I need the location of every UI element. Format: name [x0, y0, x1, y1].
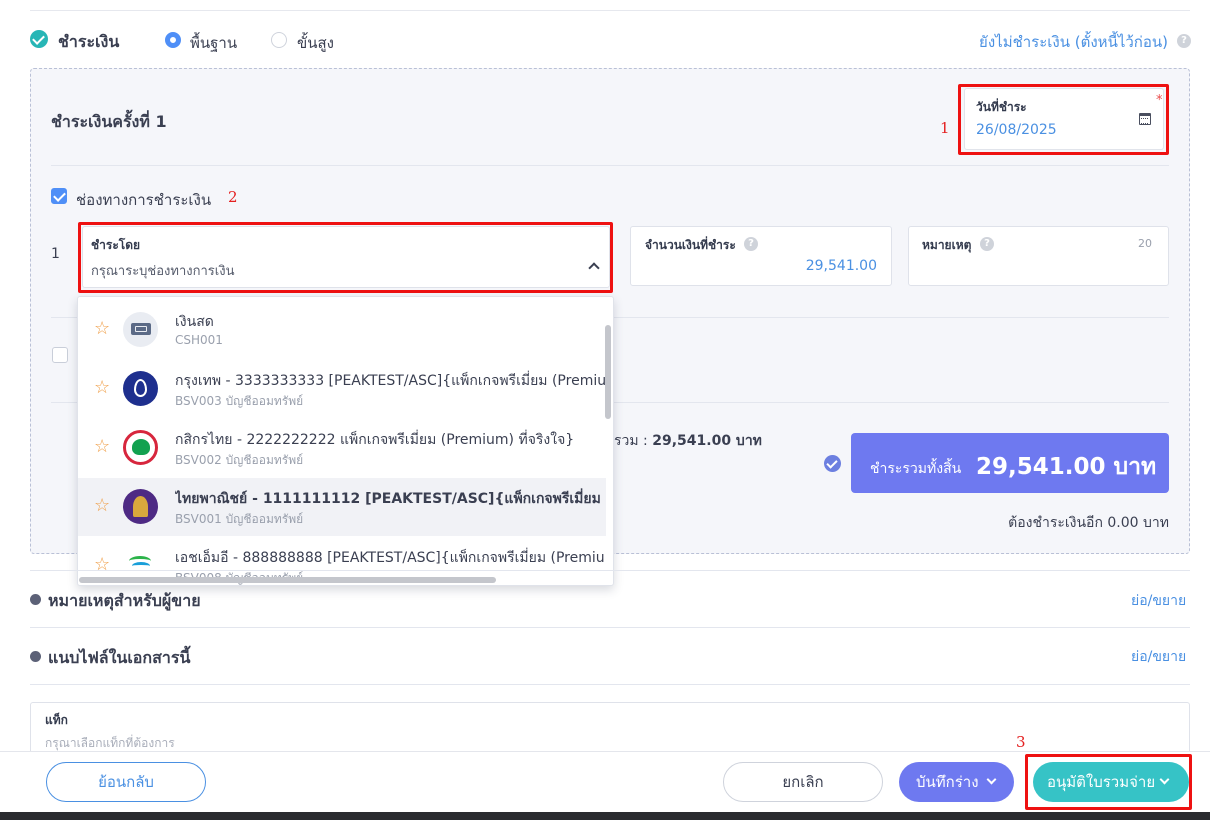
payment-section-title: ชำระเงิน — [58, 32, 120, 51]
amount-help-icon[interactable]: ? — [744, 237, 758, 251]
dropdown-horizontal-scrollbar[interactable] — [79, 577, 496, 583]
chevron-down-icon[interactable] — [986, 774, 997, 785]
section-divider-2 — [30, 627, 1190, 628]
payment-page: ชำระเงิน พื้นฐาน ขั้นสูง ยังไม่ชำระเงิน … — [0, 0, 1210, 820]
section-divider-3 — [30, 684, 1190, 685]
favorite-star-icon[interactable]: ☆ — [94, 377, 110, 398]
amount-field[interactable] — [630, 226, 892, 286]
payment-date-value[interactable]: 26/08/2025 — [976, 122, 1057, 138]
seller-note-toggle[interactable]: ย่อ/ขยาย — [1131, 590, 1186, 612]
payment-row-number: 1 — [51, 246, 60, 262]
option-code: CSH001 — [175, 333, 223, 347]
mode-basic-radio[interactable] — [165, 32, 181, 48]
back-button[interactable]: ย้อนกลับ — [46, 762, 206, 802]
payment-date-label: วันที่ชำระ — [976, 100, 1027, 114]
chevron-down-icon[interactable] — [1159, 774, 1170, 785]
payment-number-title: ชำระเงินครั้งที่ 1 — [51, 112, 167, 131]
required-marker: * — [1156, 93, 1163, 108]
help-icon[interactable]: ? — [1177, 34, 1191, 48]
cash-icon — [123, 312, 158, 347]
bullet-icon — [30, 651, 41, 662]
mode-advanced-label: ขั้นสูง — [297, 34, 334, 52]
annotation-number-1: 1 — [940, 119, 950, 137]
panel-divider — [51, 165, 1169, 166]
dropdown-vertical-scrollbar[interactable] — [605, 325, 611, 419]
total-summary: รวม : 29,541.00 บาท — [614, 430, 762, 452]
cancel-button[interactable]: ยกเลิก — [723, 762, 883, 802]
calendar-icon[interactable] — [1139, 113, 1151, 125]
mode-advanced-radio[interactable] — [271, 32, 287, 48]
annotation-number-2: 2 — [228, 188, 238, 206]
approve-button[interactable]: อนุมัติใบรวมจ่าย — [1033, 762, 1189, 802]
remaining-amount: ต้องชำระเงินอีก 0.00 บาท — [1008, 515, 1169, 531]
annotation-number-3: 3 — [1016, 733, 1026, 751]
note-label: หมายเหตุ — [922, 238, 972, 252]
total-prefix: รวม : — [614, 433, 648, 449]
dropdown-option[interactable]: ☆ กรุงเทพ - 3333333333 [PEAKTEST/ASC]{แพ… — [78, 360, 606, 418]
bangkok-bank-logo — [123, 371, 158, 406]
kasikorn-bank-logo — [123, 430, 158, 465]
grand-total-value: 29,541.00 บาท — [976, 454, 1157, 480]
option-code: BSV002 บัญชีออมทรัพย์ — [175, 453, 304, 467]
payment-channel-checkbox[interactable] — [51, 188, 67, 204]
bullet-icon — [30, 594, 41, 605]
dropdown-option[interactable]: ☆ เงินสด CSH001 — [78, 301, 606, 359]
secondary-checkbox[interactable] — [52, 347, 68, 363]
attachments-toggle[interactable]: ย่อ/ขยาย — [1131, 646, 1186, 668]
pay-by-label: ชำระโดย — [91, 238, 141, 252]
favorite-star-icon[interactable]: ☆ — [94, 554, 110, 575]
option-name: ไทยพาณิชย์ - 1111111112 [PEAKTEST/ASC]{แ… — [175, 491, 605, 507]
option-name: เอชเอ็มอี - 888888888 [PEAKTEST/ASC]{แพ็… — [175, 550, 605, 566]
favorite-star-icon[interactable]: ☆ — [94, 436, 110, 457]
bottom-strip — [0, 812, 1210, 820]
option-code: BSV001 บัญชีออมทรัพย์ — [175, 512, 304, 526]
amount-value[interactable]: 29,541.00 — [806, 258, 877, 274]
option-name: เงินสด — [175, 314, 214, 330]
grand-total-label: ชำระรวมทั้งสิ้น — [870, 461, 962, 477]
seller-note-title: หมายเหตุสำหรับผู้ขาย — [48, 591, 201, 610]
note-help-icon[interactable]: ? — [980, 237, 994, 251]
pay-later-link[interactable]: ยังไม่ชำระเงิน (ตั้งหนี้ไว้ก่อน) — [979, 30, 1168, 54]
dropdown-option[interactable]: ☆ ไทยพาณิชย์ - 1111111112 [PEAKTEST/ASC]… — [78, 478, 606, 536]
section-divider — [30, 570, 1190, 571]
favorite-star-icon[interactable]: ☆ — [94, 318, 110, 339]
total-value: 29,541.00 บาท — [652, 433, 762, 449]
note-char-limit: 20 — [1138, 237, 1152, 250]
payment-channel-label: ช่องทางการชำระเงิน — [76, 191, 212, 209]
mode-basic-label: พื้นฐาน — [190, 34, 238, 52]
pay-by-dropdown[interactable]: ☆ เงินสด CSH001 ☆ กรุงเทพ - 3333333333 [… — [77, 296, 614, 586]
note-field[interactable] — [908, 226, 1169, 286]
check-circle-icon — [824, 455, 841, 472]
option-name: กรุงเทพ - 3333333333 [PEAKTEST/ASC]{แพ็ก… — [175, 373, 605, 389]
option-name: กสิกรไทย - 2222222222 แพ็กเกจพรีเมี่ยม (… — [175, 432, 575, 448]
option-code: BSV003 บัญชีออมทรัพย์ — [175, 394, 304, 408]
attachments-title: แนบไฟล์ในเอกสารนี้ — [48, 648, 191, 667]
payment-enabled-check-icon[interactable] — [30, 30, 48, 48]
scb-bank-logo — [123, 489, 158, 524]
save-draft-button[interactable]: บันทึกร่าง — [899, 762, 1014, 802]
approve-label: อนุมัติใบรวมจ่าย — [1047, 773, 1156, 791]
dropdown-option[interactable]: ☆ กสิกรไทย - 2222222222 แพ็กเกจพรีเมี่ยม… — [78, 419, 606, 477]
top-divider — [30, 10, 1190, 11]
amount-label: จำนวนเงินที่ชำระ — [645, 238, 736, 252]
tag-label: แท็ก — [45, 713, 68, 727]
save-draft-label: บันทึกร่าง — [916, 773, 979, 791]
favorite-star-icon[interactable]: ☆ — [94, 495, 110, 516]
pay-by-placeholder: กรุณาระบุช่องทางการเงิน — [91, 264, 235, 279]
